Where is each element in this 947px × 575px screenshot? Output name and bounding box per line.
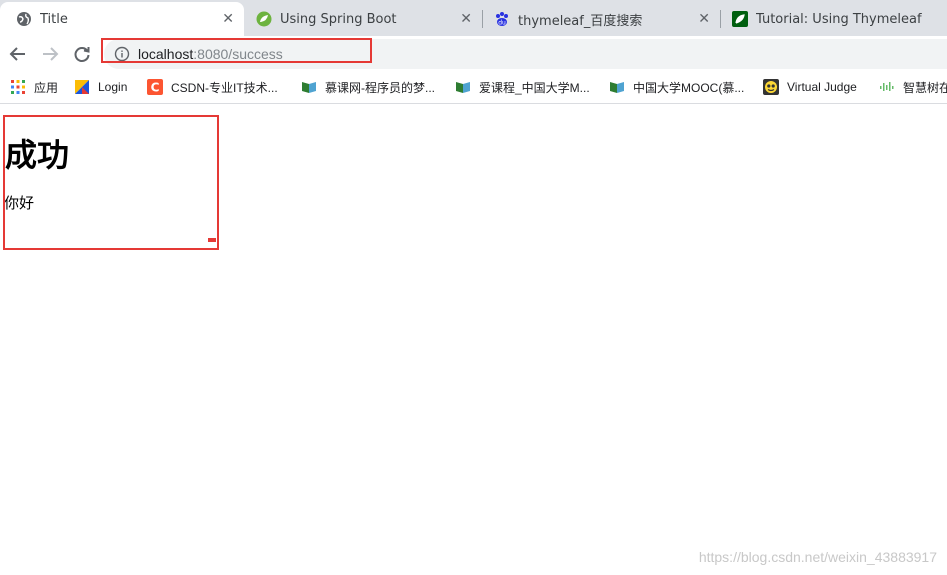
vjudge-icon (763, 79, 779, 95)
bookmark-mooc[interactable]: 中国大学MOOC(慕... (609, 78, 744, 96)
svg-text:C: C (151, 81, 160, 95)
reload-icon (74, 47, 90, 62)
back-arrow-icon (9, 47, 25, 61)
bookmark-login[interactable]: Login (74, 78, 127, 96)
page-heading: 成功 (5, 136, 70, 174)
apps-grid-icon (10, 79, 26, 95)
spring-icon (256, 11, 272, 27)
svg-text:du: du (498, 20, 506, 27)
browser-toolbar: localhost:8080/success (0, 36, 947, 72)
bookmark-label: Login (98, 80, 128, 94)
close-tab-icon[interactable]: ✕ (222, 11, 234, 27)
globe-icon (16, 11, 32, 27)
bookmark-virtual-judge[interactable]: Virtual Judge (763, 78, 857, 96)
bookmark-label: 中国大学MOOC(慕... (633, 80, 745, 95)
address-bar[interactable]: localhost:8080/success (104, 39, 947, 69)
close-tab-icon[interactable]: ✕ (698, 11, 710, 27)
login-icon (74, 79, 90, 95)
tab-title[interactable]: Title ✕ (0, 2, 244, 36)
book-icon (609, 79, 625, 95)
bookmark-apps[interactable]: 应用 (10, 78, 58, 96)
bookmark-label: CSDN-专业IT技术... (171, 80, 278, 95)
audio-bars-icon (879, 79, 895, 95)
url-path: :8080/success (193, 46, 283, 62)
book-icon (455, 79, 471, 95)
thymeleaf-icon (732, 11, 748, 27)
tab-strip: Title ✕ Using Spring Boot ✕ du thymeleaf… (0, 0, 947, 36)
page-content: 成功 你好 https://blog.csdn.net/weixin_43883… (0, 104, 947, 575)
tab-spring-boot[interactable]: Using Spring Boot ✕ (240, 2, 482, 36)
site-info-icon[interactable] (114, 46, 130, 62)
forward-button[interactable] (38, 42, 62, 66)
bookmark-imooc[interactable]: 慕课网-程序员的梦... (301, 78, 435, 96)
tab-baidu[interactable]: du thymeleaf_百度搜索 ✕ (478, 2, 720, 36)
bookmark-label: 应用 (34, 80, 59, 95)
back-button[interactable] (6, 42, 30, 66)
bookmark-label: 爱课程_中国大学M... (479, 80, 590, 95)
highlight-box-notch (208, 238, 216, 242)
bookmark-label: 慕课网-程序员的梦... (325, 80, 435, 95)
book-icon (301, 79, 317, 95)
bookmark-label: 智慧树在 (903, 80, 947, 95)
url-text[interactable]: localhost:8080/success (138, 45, 283, 63)
bookmark-zhihuishu[interactable]: 智慧树在 (879, 78, 947, 96)
forward-arrow-icon (43, 47, 59, 61)
tab-spring-boot-label: Using Spring Boot (280, 11, 397, 27)
tab-thymeleaf-label: Tutorial: Using Thymeleaf (756, 11, 922, 27)
bookmark-csdn[interactable]: C CSDN-专业IT技术... (147, 78, 278, 96)
bookmark-label: Virtual Judge (787, 80, 857, 94)
close-tab-icon[interactable]: ✕ (460, 11, 472, 27)
reload-button[interactable] (70, 42, 94, 66)
url-host: localhost (138, 46, 194, 62)
tab-thymeleaf[interactable]: Tutorial: Using Thymeleaf (716, 2, 947, 36)
watermark-text: https://blog.csdn.net/weixin_43883917 (698, 549, 937, 565)
page-paragraph: 你好 (4, 194, 35, 212)
tab-title-label: Title (40, 11, 68, 27)
baidu-icon: du (494, 11, 510, 27)
tab-baidu-label: thymeleaf_百度搜索 (518, 13, 643, 29)
bookmark-icourse[interactable]: 爱课程_中国大学M... (455, 78, 590, 96)
csdn-icon: C (147, 79, 163, 95)
bookmarks-bar: 应用 Login C CSDN-专业IT技术... 慕课网-程序员的梦... 爱… (0, 72, 947, 104)
